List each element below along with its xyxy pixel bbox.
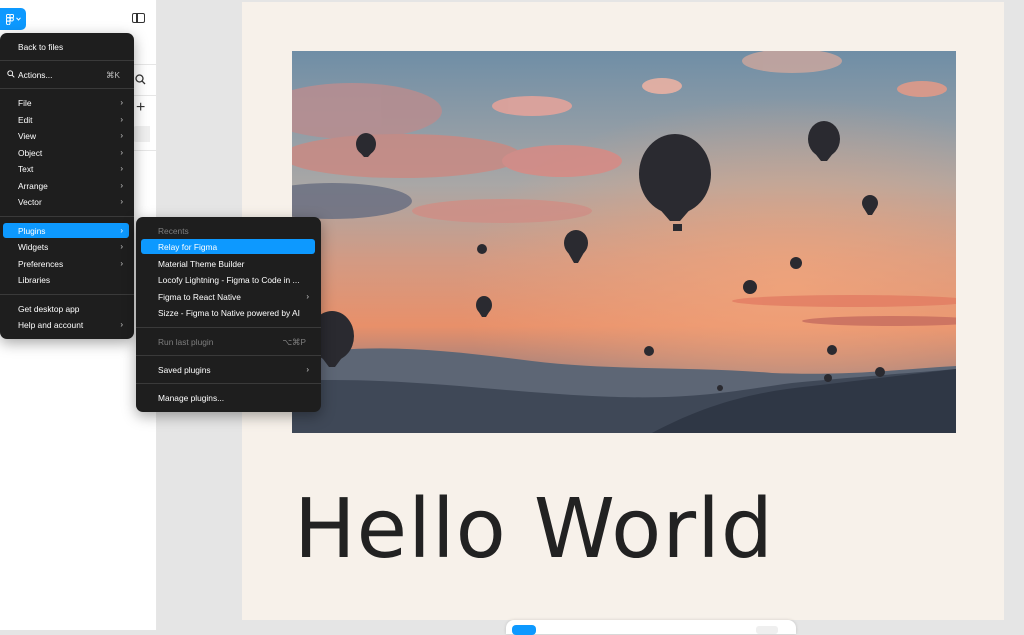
menu-item-text[interactable]: Text › <box>3 161 129 176</box>
chevron-right-icon: › <box>120 181 123 190</box>
menu-item-manage-plugins[interactable]: Manage plugins... <box>141 390 315 405</box>
menu-item-preferences[interactable]: Preferences › <box>3 256 129 271</box>
chevron-right-icon: › <box>120 131 123 140</box>
menu-item-vector[interactable]: Vector › <box>3 194 129 209</box>
menu-separator <box>0 88 134 89</box>
menu-item-label: Relay for Figma <box>158 241 218 252</box>
menu-item-label: Edit <box>18 114 33 125</box>
chevron-down-icon <box>15 17 21 21</box>
menu-item-label: Widgets <box>18 241 49 252</box>
plugins-submenu: Recents Relay for Figma Material Theme B… <box>136 217 321 412</box>
menu-item-label: Plugins <box>18 225 46 236</box>
divider <box>133 64 156 65</box>
menu-item-label: Material Theme Builder <box>158 258 245 269</box>
move-tool-button[interactable] <box>512 625 536 635</box>
chevron-right-icon: › <box>120 242 123 251</box>
menu-item-get-desktop-app[interactable]: Get desktop app <box>3 301 129 316</box>
menu-item-label: File <box>18 97 32 108</box>
menu-item-label: Vector <box>18 196 42 207</box>
menu-item-label: Sizze - Figma to Native powered by AI <box>158 307 300 318</box>
hot-air-balloons-image[interactable] <box>292 51 956 433</box>
plugin-item-locofy-lightning[interactable]: Locofy Lightning - Figma to Code in ... <box>141 272 315 287</box>
hello-world-heading[interactable]: Hello World <box>294 482 774 578</box>
search-icon[interactable] <box>135 74 146 85</box>
menu-item-libraries[interactable]: Libraries <box>3 272 129 287</box>
menu-item-label: Get desktop app <box>18 303 80 314</box>
menu-item-widgets[interactable]: Widgets › <box>3 239 129 254</box>
recents-heading: Recents <box>141 223 315 238</box>
menu-item-label: Figma to React Native <box>158 291 241 302</box>
main-menu: Back to files Actions... ⌘K File › Edit … <box>0 33 134 339</box>
plugin-item-material-theme-builder[interactable]: Material Theme Builder <box>141 256 315 271</box>
page-item[interactable] <box>133 126 150 142</box>
divider <box>133 95 156 96</box>
menu-item-arrange[interactable]: Arrange › <box>3 178 129 193</box>
search-icon <box>7 70 15 78</box>
divider <box>133 150 156 151</box>
menu-item-plugins[interactable]: Plugins › <box>3 223 129 238</box>
menu-separator <box>136 355 321 356</box>
chevron-right-icon: › <box>120 226 123 235</box>
menu-item-label: View <box>18 130 37 141</box>
menu-item-file[interactable]: File › <box>3 95 129 110</box>
menu-item-label: Object <box>18 147 43 158</box>
menu-separator <box>0 294 134 295</box>
chevron-right-icon: › <box>120 164 123 173</box>
chevron-right-icon: › <box>120 320 123 329</box>
menu-separator <box>0 60 134 61</box>
section-heading: Recents <box>158 225 189 236</box>
panel-toggle-icon[interactable] <box>132 13 145 23</box>
menu-separator <box>136 327 321 328</box>
plugin-item-relay-for-figma[interactable]: Relay for Figma <box>141 239 315 254</box>
chevron-right-icon: › <box>120 259 123 268</box>
chevron-right-icon: › <box>120 115 123 124</box>
plugin-item-figma-to-react-native[interactable]: Figma to React Native › <box>141 289 315 304</box>
chevron-right-icon: › <box>120 98 123 107</box>
menu-item-object[interactable]: Object › <box>3 145 129 160</box>
menu-item-label: Text <box>18 163 34 174</box>
menu-item-back-to-files[interactable]: Back to files <box>3 39 129 54</box>
shortcut-label: ⌘K <box>106 69 120 80</box>
menu-item-saved-plugins[interactable]: Saved plugins › <box>141 362 315 377</box>
chevron-right-icon: › <box>120 148 123 157</box>
menu-item-view[interactable]: View › <box>3 128 129 143</box>
menu-item-edit[interactable]: Edit › <box>3 112 129 127</box>
menu-item-label: Libraries <box>18 274 51 285</box>
menu-separator <box>136 383 321 384</box>
menu-item-run-last-plugin[interactable]: Run last plugin ⌥⌘P <box>141 334 315 349</box>
chevron-right-icon: › <box>120 197 123 206</box>
bottom-toolbar <box>506 620 796 635</box>
dev-mode-toggle[interactable] <box>756 626 778 634</box>
menu-separator <box>0 216 134 217</box>
menu-item-label: Locofy Lightning - Figma to Code in ... <box>158 274 300 285</box>
figma-logo-icon <box>5 13 14 25</box>
menu-item-label: Help and account <box>18 319 84 330</box>
chevron-right-icon: › <box>306 292 309 301</box>
chevron-right-icon: › <box>306 365 309 374</box>
menu-item-label: Saved plugins <box>158 364 211 375</box>
plugin-item-sizze[interactable]: Sizze - Figma to Native powered by AI <box>141 305 315 320</box>
plus-icon[interactable]: + <box>136 100 145 116</box>
menu-item-label: Arrange <box>18 180 48 191</box>
main-menu-button[interactable] <box>0 8 26 30</box>
menu-item-help-and-account[interactable]: Help and account › <box>3 317 129 332</box>
menu-item-label: Preferences <box>18 258 64 269</box>
menu-item-label: Manage plugins... <box>158 392 225 403</box>
menu-item-label: Back to files <box>18 41 64 52</box>
menu-item-actions[interactable]: Actions... ⌘K <box>3 67 129 82</box>
shortcut-label: ⌥⌘P <box>282 336 306 347</box>
